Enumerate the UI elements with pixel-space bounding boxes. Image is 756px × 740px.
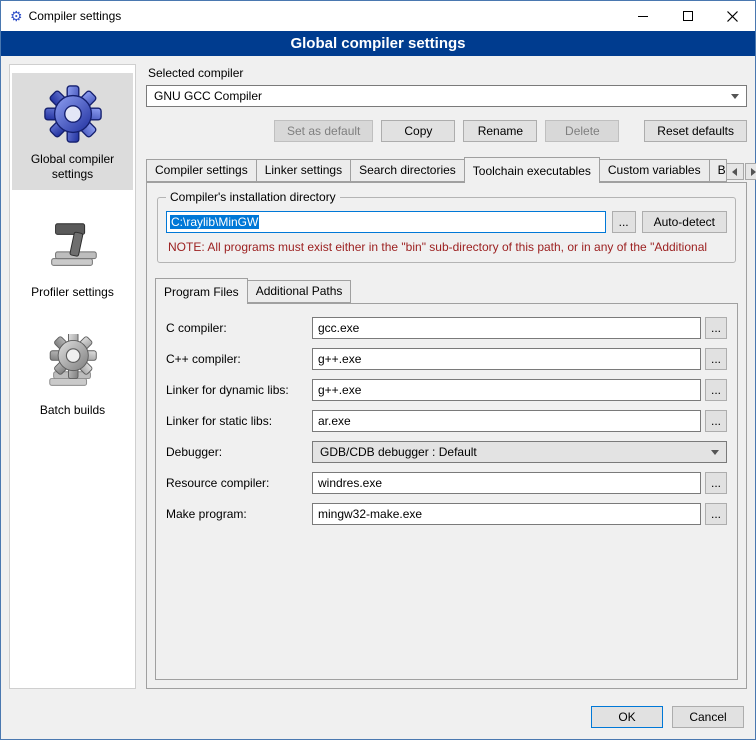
- sidebar-item-label: Batch builds: [40, 403, 105, 418]
- field-row-static-linker: Linker for static libs: ar.exe ...: [166, 410, 727, 432]
- close-button[interactable]: [710, 1, 755, 31]
- close-icon: [727, 11, 738, 22]
- maximize-button[interactable]: [665, 1, 710, 31]
- resource-compiler-input[interactable]: windres.exe: [312, 472, 701, 494]
- field-row-resource-compiler: Resource compiler: windres.exe ...: [166, 472, 727, 494]
- installation-directory-label: Compiler's installation directory: [166, 190, 340, 204]
- sidebar: Global compiler settings Profiler settin…: [9, 64, 136, 689]
- dialog-footer: OK Cancel: [1, 695, 755, 739]
- set-as-default-button[interactable]: Set as default: [274, 120, 373, 142]
- dynamic-linker-input[interactable]: g++.exe: [312, 379, 701, 401]
- field-row-debugger: Debugger: GDB/CDB debugger : Default: [166, 441, 727, 463]
- main-panel: Selected compiler GNU GCC Compiler Set a…: [146, 64, 747, 689]
- profiler-icon: [42, 216, 104, 278]
- sidebar-item-profiler-settings[interactable]: Profiler settings: [12, 206, 133, 308]
- selected-compiler-label: Selected compiler: [148, 66, 747, 80]
- tab-scroll-left-icon: [732, 168, 737, 176]
- minimize-button[interactable]: [620, 1, 665, 31]
- sidebar-item-label: Profiler settings: [31, 285, 114, 300]
- titlebar: ⚙ Compiler settings: [1, 1, 755, 31]
- batch-builds-icon: [42, 334, 104, 396]
- resource-compiler-browse-button[interactable]: ...: [705, 472, 727, 494]
- cpp-compiler-value: g++.exe: [318, 352, 361, 366]
- maximize-icon: [683, 11, 693, 21]
- cancel-button[interactable]: Cancel: [672, 706, 744, 728]
- static-linker-browse-button[interactable]: ...: [705, 410, 727, 432]
- tab-scroll-right-icon: [751, 168, 756, 176]
- auto-detect-button[interactable]: Auto-detect: [642, 211, 727, 233]
- page-title: Global compiler settings: [1, 31, 755, 56]
- settings-tabstrip: Compiler settings Linker settings Search…: [146, 156, 747, 182]
- static-linker-input[interactable]: ar.exe: [312, 410, 701, 432]
- sidebar-item-label: Global compiler settings: [16, 152, 129, 182]
- dynamic-linker-value: g++.exe: [318, 383, 361, 397]
- field-label: C++ compiler:: [166, 352, 312, 366]
- cpp-compiler-browse-button[interactable]: ...: [705, 348, 727, 370]
- tab-search-directories[interactable]: Search directories: [350, 159, 465, 182]
- dynamic-linker-browse-button[interactable]: ...: [705, 379, 727, 401]
- field-label: Linker for dynamic libs:: [166, 383, 312, 397]
- window-title: Compiler settings: [29, 9, 620, 23]
- field-label: C compiler:: [166, 321, 312, 335]
- field-label: Make program:: [166, 507, 312, 521]
- c-compiler-input[interactable]: gcc.exe: [312, 317, 701, 339]
- make-program-browse-button[interactable]: ...: [705, 503, 727, 525]
- c-compiler-value: gcc.exe: [318, 321, 359, 335]
- toolchain-executables-panel: Compiler's installation directory C:\ray…: [146, 182, 747, 689]
- c-compiler-browse-button[interactable]: ...: [705, 317, 727, 339]
- minimize-icon: [638, 16, 648, 17]
- field-row-make-program: Make program: mingw32-make.exe ...: [166, 503, 727, 525]
- cpp-compiler-input[interactable]: g++.exe: [312, 348, 701, 370]
- tab-build-options[interactable]: Buil: [709, 159, 727, 182]
- gear-icon: [42, 83, 104, 145]
- chevron-down-icon: [711, 450, 719, 455]
- copy-button[interactable]: Copy: [381, 120, 455, 142]
- field-row-cpp-compiler: C++ compiler: g++.exe ...: [166, 348, 727, 370]
- installation-directory-row: C:\raylib\MinGW ... Auto-detect: [166, 211, 727, 233]
- make-program-input[interactable]: mingw32-make.exe: [312, 503, 701, 525]
- static-linker-value: ar.exe: [318, 414, 351, 428]
- make-program-value: mingw32-make.exe: [318, 507, 422, 521]
- install-dir-input[interactable]: C:\raylib\MinGW: [166, 211, 606, 233]
- program-files-tabstrip: Program Files Additional Paths: [155, 277, 738, 303]
- tab-compiler-settings[interactable]: Compiler settings: [146, 159, 257, 182]
- delete-button[interactable]: Delete: [545, 120, 619, 142]
- tab-scroll-right-button[interactable]: [745, 163, 756, 180]
- field-label: Resource compiler:: [166, 476, 312, 490]
- compiler-settings-dialog: ⚙ Compiler settings Global compiler sett…: [0, 0, 756, 740]
- tab-scroll-buttons: [726, 163, 756, 182]
- compiler-select[interactable]: GNU GCC Compiler: [146, 85, 747, 107]
- chevron-down-icon: [731, 94, 739, 99]
- tab-linker-settings[interactable]: Linker settings: [256, 159, 351, 182]
- installation-directory-group: Compiler's installation directory C:\ray…: [157, 197, 736, 263]
- sidebar-item-global-compiler-settings[interactable]: Global compiler settings: [12, 73, 133, 190]
- field-label: Debugger:: [166, 445, 312, 459]
- program-files-panel: C compiler: gcc.exe ... C++ compiler: g+…: [155, 303, 738, 680]
- subtab-additional-paths[interactable]: Additional Paths: [247, 280, 352, 303]
- debugger-select-value: GDB/CDB debugger : Default: [320, 445, 477, 459]
- dialog-content: Global compiler settings Profiler settin…: [1, 56, 755, 695]
- window-controls: [620, 1, 755, 31]
- app-icon: ⚙: [10, 9, 23, 23]
- rename-button[interactable]: Rename: [463, 120, 537, 142]
- debugger-select[interactable]: GDB/CDB debugger : Default: [312, 441, 727, 463]
- install-dir-value: C:\raylib\MinGW: [170, 215, 259, 229]
- note-text: NOTE: All programs must exist either in …: [168, 240, 727, 254]
- field-row-c-compiler: C compiler: gcc.exe ...: [166, 317, 727, 339]
- sidebar-item-batch-builds[interactable]: Batch builds: [12, 324, 133, 426]
- field-label: Linker for static libs:: [166, 414, 312, 428]
- subtab-program-files[interactable]: Program Files: [155, 278, 248, 304]
- reset-defaults-button[interactable]: Reset defaults: [644, 120, 747, 142]
- ok-button[interactable]: OK: [591, 706, 663, 728]
- compiler-select-value: GNU GCC Compiler: [154, 89, 262, 103]
- install-dir-browse-button[interactable]: ...: [612, 211, 636, 233]
- tab-toolchain-executables[interactable]: Toolchain executables: [464, 157, 600, 183]
- tab-scroll-left-button[interactable]: [726, 163, 744, 180]
- field-row-dynamic-linker: Linker for dynamic libs: g++.exe ...: [166, 379, 727, 401]
- compiler-actions: Set as default Copy Rename Delete Reset …: [274, 120, 747, 142]
- tab-custom-variables[interactable]: Custom variables: [599, 159, 710, 182]
- resource-compiler-value: windres.exe: [318, 476, 382, 490]
